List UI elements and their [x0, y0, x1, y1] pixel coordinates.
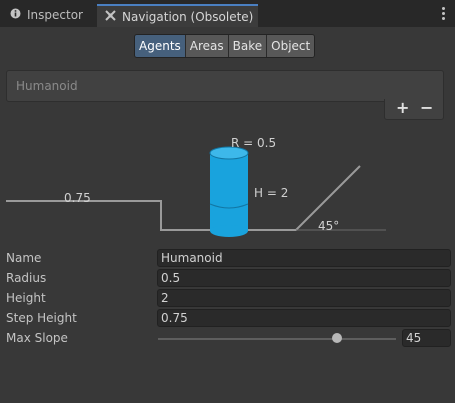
segment-bake[interactable]: Bake [228, 35, 268, 57]
radius-field[interactable]: 0.5 [157, 269, 451, 287]
remove-agent-button[interactable]: − [420, 98, 433, 117]
cylinder-body [210, 153, 248, 231]
name-field[interactable]: Humanoid [157, 249, 451, 267]
height-label: H = 2 [254, 186, 288, 200]
agent-dimensions-diagram: R = 0.5 H = 2 0.75 45° [6, 136, 386, 237]
radius-field-label: Radius [6, 271, 47, 285]
property-height: Height 2 [0, 289, 455, 309]
property-max-slope: Max Slope 45 [0, 329, 455, 349]
navigation-icon [105, 6, 116, 29]
slope-angle-label: 45° [318, 219, 339, 233]
more-options-icon[interactable] [442, 7, 446, 22]
step-height-label: 0.75 [64, 191, 91, 205]
agent-cylinder [209, 146, 249, 237]
tab-inspector[interactable]: Inspector [0, 4, 96, 27]
property-radius: Radius 0.5 [0, 269, 455, 289]
segment-object[interactable]: Object [267, 35, 315, 57]
property-name: Name Humanoid [0, 249, 455, 269]
info-icon [10, 4, 21, 27]
segment-agents[interactable]: Agents [135, 35, 186, 57]
step-height-field[interactable]: 0.75 [157, 309, 451, 327]
height-field[interactable]: 2 [157, 289, 451, 307]
agent-list-item[interactable]: Humanoid [16, 79, 78, 93]
max-slope-slider-handle[interactable] [331, 333, 342, 343]
segment-areas[interactable]: Areas [185, 35, 229, 57]
name-label: Name [6, 251, 42, 265]
max-slope-field-label: Max Slope [6, 331, 68, 345]
max-slope-field[interactable]: 45 [402, 329, 451, 347]
max-slope-slider-track[interactable] [158, 338, 396, 340]
height-field-label: Height [6, 291, 46, 305]
navigation-mode-toolbar: Agents Areas Bake Object [134, 34, 316, 58]
list-add-remove-controls: + − [384, 98, 444, 120]
add-agent-button[interactable]: + [396, 98, 409, 117]
step-height-field-label: Step Height [6, 311, 77, 325]
cylinder-bottom [210, 225, 248, 237]
property-step-height: Step Height 0.75 [0, 309, 455, 329]
tab-inspector-label: Inspector [27, 8, 83, 22]
radius-label: R = 0.5 [231, 136, 276, 150]
window-tab-bar: Inspector Navigation (Obsolete) [0, 0, 455, 27]
tab-navigation[interactable]: Navigation (Obsolete) [97, 4, 258, 27]
tab-navigation-label: Navigation (Obsolete) [122, 10, 254, 24]
agent-type-list[interactable]: Humanoid [6, 70, 444, 102]
terrain-outline [6, 165, 361, 231]
